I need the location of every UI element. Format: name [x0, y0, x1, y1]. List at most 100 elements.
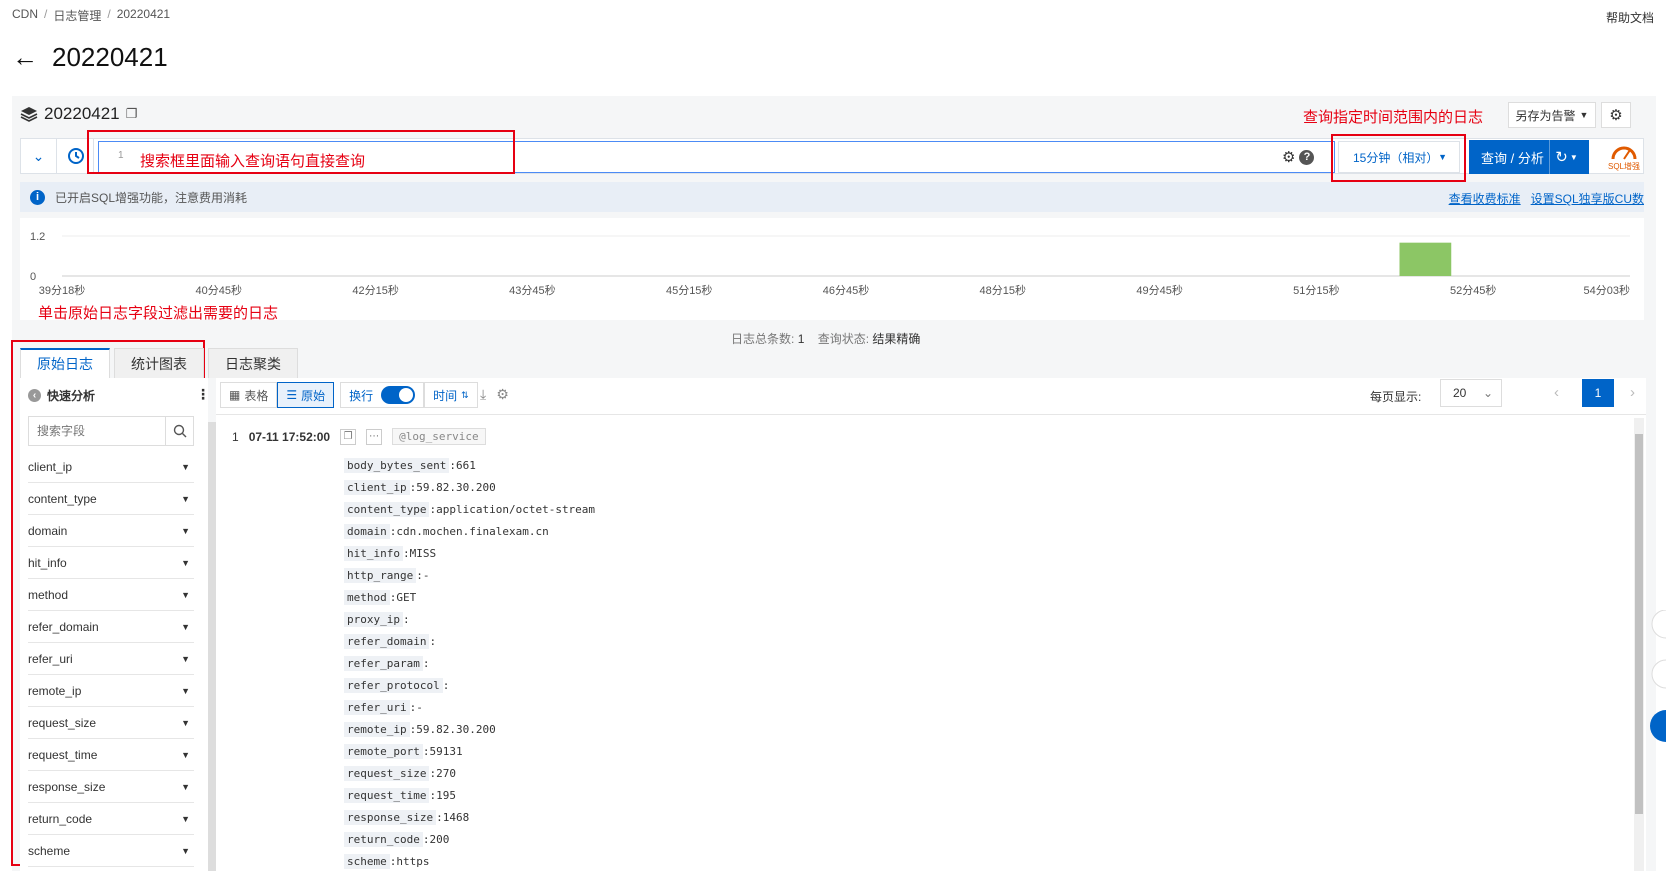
field-item[interactable]: request_time ▼: [28, 739, 194, 771]
caret-down-icon[interactable]: ▼: [181, 494, 190, 504]
tab-log-clustering[interactable]: 日志聚类: [208, 348, 298, 378]
chevron-down-icon[interactable]: ⌄: [21, 139, 57, 173]
field-item[interactable]: client_ip ▼: [28, 451, 194, 483]
caret-down-icon[interactable]: ▼: [181, 622, 190, 632]
log-field-value[interactable]: 200: [429, 833, 449, 846]
log-field-key[interactable]: hit_info: [344, 545, 403, 561]
sql-cu-link[interactable]: 设置SQL独享版CU数: [1531, 190, 1644, 207]
log-field-key[interactable]: refer_domain: [344, 633, 430, 649]
log-field-value[interactable]: -: [423, 569, 430, 582]
copy-icon[interactable]: ❐: [126, 106, 138, 122]
log-field-value[interactable]: GET: [396, 591, 416, 604]
field-item[interactable]: response_size ▼: [28, 771, 194, 803]
log-field-value[interactable]: MISS: [410, 547, 437, 560]
field-item[interactable]: domain ▼: [28, 515, 194, 547]
sql-enhance-icon[interactable]: SQL增强: [1605, 143, 1643, 173]
search-settings-gear-icon[interactable]: ⚙: [1282, 148, 1295, 166]
field-item[interactable]: return_code ▼: [28, 803, 194, 835]
log-field-value[interactable]: 661: [456, 459, 476, 472]
next-page-icon[interactable]: ›: [1630, 384, 1635, 401]
sidebar-scrollbar[interactable]: [208, 422, 216, 871]
histogram-bar[interactable]: [1399, 242, 1452, 276]
breadcrumb-log-management[interactable]: 日志管理: [53, 7, 101, 24]
log-scrollbar-thumb[interactable]: [1635, 434, 1643, 814]
caret-down-icon[interactable]: ▼: [181, 558, 190, 568]
field-item[interactable]: hit_info ▼: [28, 547, 194, 579]
collapse-icon[interactable]: ‹: [28, 389, 41, 402]
log-field-value[interactable]: 59.82.30.200: [416, 723, 495, 736]
caret-down-icon[interactable]: ▼: [181, 846, 190, 856]
time-sort-button[interactable]: 时间 ⇅: [424, 382, 478, 408]
log-field-key[interactable]: request_size: [344, 765, 430, 781]
caret-down-icon[interactable]: ▼: [181, 686, 190, 696]
log-source-tag[interactable]: @log_service: [392, 428, 486, 445]
log-field-key[interactable]: method: [344, 589, 390, 605]
log-field-key[interactable]: proxy_ip: [344, 611, 403, 627]
prev-page-icon[interactable]: ‹: [1554, 384, 1559, 401]
log-field-key[interactable]: body_bytes_sent: [344, 457, 450, 473]
tab-raw-logs[interactable]: 原始日志: [20, 348, 110, 378]
log-field-value[interactable]: -: [416, 701, 423, 714]
log-field-key[interactable]: request_time: [344, 787, 430, 803]
log-field-key[interactable]: response_size: [344, 809, 437, 825]
log-field-key[interactable]: refer_protocol: [344, 677, 443, 693]
field-item[interactable]: remote_ip ▼: [28, 675, 194, 707]
log-field-key[interactable]: remote_port: [344, 743, 423, 759]
log-field-value[interactable]: https: [396, 855, 429, 868]
log-field-value[interactable]: 195: [436, 789, 456, 802]
log-field-key[interactable]: refer_param: [344, 655, 423, 671]
query-analyze-button[interactable]: 查询 / 分析 ↻ ▼: [1469, 140, 1589, 174]
quick-analysis-header[interactable]: ‹ 快速分析: [28, 387, 95, 404]
caret-down-icon[interactable]: ▼: [181, 654, 190, 664]
log-field-value[interactable]: 59.82.30.200: [416, 481, 495, 494]
field-item[interactable]: request_size ▼: [28, 707, 194, 739]
search-icon[interactable]: [165, 417, 193, 445]
log-field-value[interactable]: application/octet-stream: [436, 503, 595, 516]
floating-toolbar-edge[interactable]: [1650, 610, 1666, 760]
copy-icon[interactable]: ❐: [340, 428, 357, 445]
back-arrow-icon[interactable]: ←: [12, 42, 38, 73]
log-field-value[interactable]: 1468: [443, 811, 470, 824]
log-field-key[interactable]: remote_ip: [344, 721, 410, 737]
field-search-input[interactable]: [29, 417, 165, 445]
log-field-key[interactable]: scheme: [344, 853, 390, 869]
log-field-key[interactable]: domain: [344, 523, 390, 539]
log-field-value[interactable]: 270: [436, 767, 456, 780]
caret-down-icon[interactable]: ▼: [181, 718, 190, 728]
caret-down-icon[interactable]: ▼: [181, 750, 190, 760]
log-field-value[interactable]: cdn.mochen.finalexam.cn: [396, 525, 548, 538]
help-docs-link[interactable]: 帮助文档: [1606, 9, 1654, 26]
log-field-key[interactable]: http_range: [344, 567, 417, 583]
caret-down-icon[interactable]: ▼: [181, 526, 190, 536]
more-vertical-icon[interactable]: ⋮: [196, 386, 210, 403]
tab-statistics-chart[interactable]: 统计图表: [114, 348, 204, 378]
help-icon[interactable]: ?: [1299, 149, 1315, 165]
log-field-key[interactable]: return_code: [344, 831, 423, 847]
log-field-key[interactable]: refer_uri: [344, 699, 410, 715]
wrap-switch[interactable]: [381, 386, 416, 404]
field-item[interactable]: method ▼: [28, 579, 194, 611]
caret-down-icon[interactable]: ▼: [181, 590, 190, 600]
view-raw-button[interactable]: ☰ 原始: [277, 382, 335, 408]
field-item[interactable]: refer_uri ▼: [28, 643, 194, 675]
field-item[interactable]: refer_domain ▼: [28, 611, 194, 643]
more-icon[interactable]: ⋯: [366, 428, 383, 445]
caret-down-icon[interactable]: ▼: [181, 814, 190, 824]
current-page-button[interactable]: 1: [1582, 379, 1614, 407]
refresh-icon[interactable]: ↻ ▼: [1549, 140, 1583, 174]
caret-down-icon[interactable]: ▼: [181, 462, 190, 472]
log-field-key[interactable]: client_ip: [344, 479, 410, 495]
view-table-button[interactable]: ▦ 表格: [220, 382, 278, 408]
field-item[interactable]: content_type ▼: [28, 483, 194, 515]
save-as-alert-button[interactable]: 另存为告警 ▼: [1508, 102, 1596, 128]
breadcrumb-cdn[interactable]: CDN: [12, 7, 38, 24]
settings-gear-icon[interactable]: ⚙: [496, 386, 509, 403]
log-field-value[interactable]: 59131: [429, 745, 462, 758]
log-field-key[interactable]: content_type: [344, 501, 430, 517]
wrap-toggle[interactable]: 换行: [340, 382, 425, 408]
settings-gear-icon[interactable]: ⚙: [1601, 102, 1631, 128]
caret-down-icon[interactable]: ▼: [181, 782, 190, 792]
pricing-link[interactable]: 查看收费标准: [1449, 190, 1521, 207]
per-page-select[interactable]: 20 ⌄: [1440, 379, 1502, 407]
field-item[interactable]: scheme ▼: [28, 835, 194, 867]
